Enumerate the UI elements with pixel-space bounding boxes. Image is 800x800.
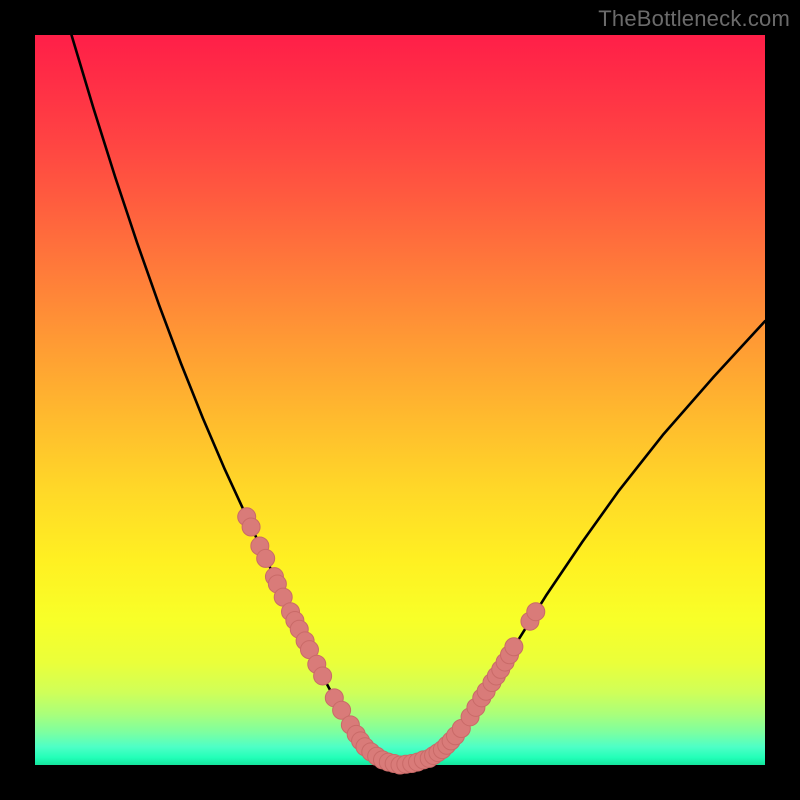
marker-group [238,508,545,774]
outer-frame: TheBottleneck.com [0,0,800,800]
data-marker [527,603,545,621]
watermark-text: TheBottleneck.com [598,6,790,32]
data-marker [257,549,275,567]
data-marker [242,518,260,536]
data-marker [314,667,332,685]
chart-svg [35,35,765,765]
data-marker [505,638,523,656]
bottleneck-curve [72,35,766,765]
plot-area [35,35,765,765]
